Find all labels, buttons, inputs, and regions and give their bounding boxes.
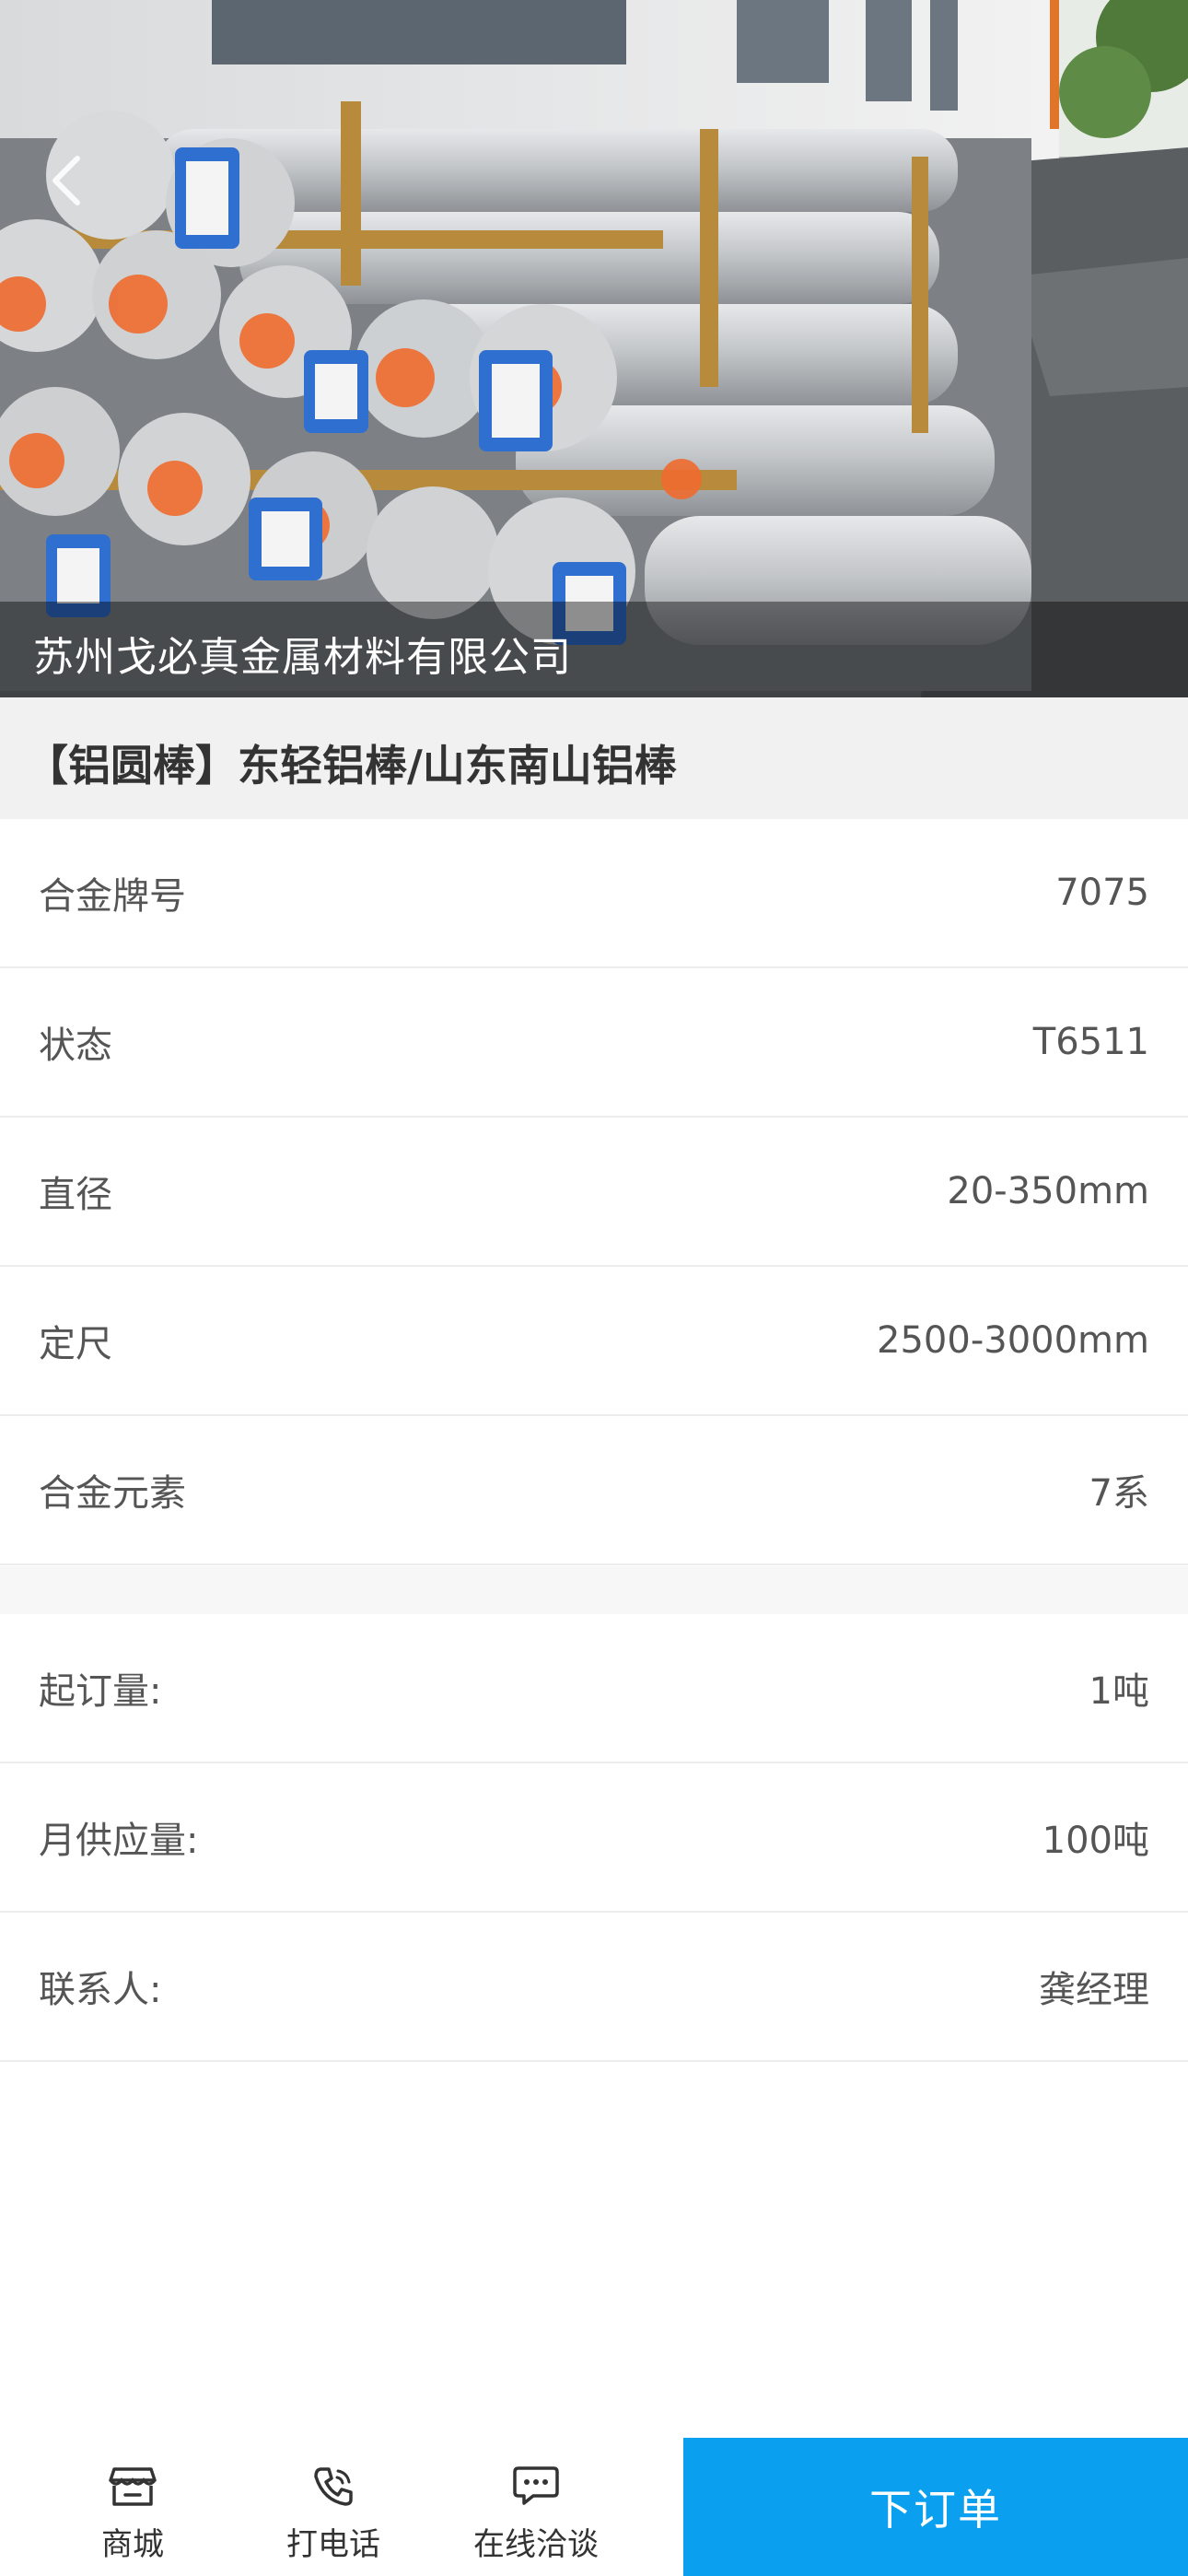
chat-icon	[510, 2464, 562, 2510]
tab-store[interactable]: 商城	[41, 2438, 225, 2576]
product-photo: 苏州戈必真金属材料有限公司	[0, 0, 1188, 697]
spec-row-alloy-series: 合金元素 7系	[0, 1416, 1188, 1565]
section-divider	[0, 1566, 1188, 1614]
supply-value: 1吨	[1089, 1670, 1149, 1713]
product-detail-page: 苏州戈必真金属材料有限公司 【铝圆棒】东轻铝棒/山东南山铝棒 合金牌号 7075…	[0, 0, 1188, 2576]
spec-value: 20-350mm	[947, 1170, 1149, 1212]
spec-label: 合金元素	[39, 1472, 186, 1515]
spec-label: 合金牌号	[39, 875, 186, 918]
spec-value: 7075	[1055, 872, 1149, 914]
supply-label: 月供应量:	[39, 1820, 199, 1862]
aluminum-bars-illustration	[0, 0, 1188, 697]
tab-online-chat[interactable]: 在线洽谈	[444, 2438, 628, 2576]
store-icon	[107, 2464, 158, 2510]
spec-row-length: 定尺 2500-3000mm	[0, 1267, 1188, 1416]
back-button[interactable]	[48, 155, 107, 214]
product-title-bar: 【铝圆棒】东轻铝棒/山东南山铝棒	[0, 697, 1188, 819]
spec-value: 2500-3000mm	[877, 1319, 1149, 1362]
bottom-action-bar: 商城 打电话 在线洽谈 下订单	[0, 2438, 1188, 2576]
place-order-button[interactable]: 下订单	[683, 2438, 1188, 2576]
supply-value: 100吨	[1042, 1820, 1149, 1862]
company-name: 苏州戈必真金属材料有限公司	[33, 634, 572, 681]
spec-value: 7系	[1089, 1472, 1149, 1515]
chevron-left-icon	[52, 156, 80, 205]
supply-value: 龚经理	[1039, 1969, 1149, 2011]
spec-label: 状态	[39, 1025, 112, 1067]
supply-label: 联系人:	[39, 1969, 162, 2011]
spec-row-temper: 状态 T6511	[0, 968, 1188, 1118]
tab-label: 在线洽谈	[473, 2526, 599, 2563]
spec-value: T6511	[1032, 1021, 1149, 1063]
supply-row-monthly-supply: 月供应量: 100吨	[0, 1763, 1188, 1913]
supply-row-min-order: 起订量: 1吨	[0, 1614, 1188, 1763]
spec-row-alloy-grade: 合金牌号 7075	[0, 819, 1188, 968]
spec-label: 直径	[39, 1174, 112, 1216]
tab-label: 商城	[101, 2526, 164, 2563]
place-order-label: 下订单	[869, 2485, 1002, 2535]
product-title: 【铝圆棒】东轻铝棒/山东南山铝棒	[26, 741, 677, 790]
spec-row-diameter: 直径 20-350mm	[0, 1118, 1188, 1267]
tab-label: 打电话	[286, 2526, 380, 2563]
supply-label: 起订量:	[39, 1670, 162, 1713]
company-caption: 苏州戈必真金属材料有限公司	[0, 602, 1188, 697]
spec-label: 定尺	[39, 1323, 112, 1365]
phone-icon	[308, 2464, 359, 2510]
supply-row-contact: 联系人: 龚经理	[0, 1913, 1188, 2062]
tab-call[interactable]: 打电话	[241, 2438, 425, 2576]
